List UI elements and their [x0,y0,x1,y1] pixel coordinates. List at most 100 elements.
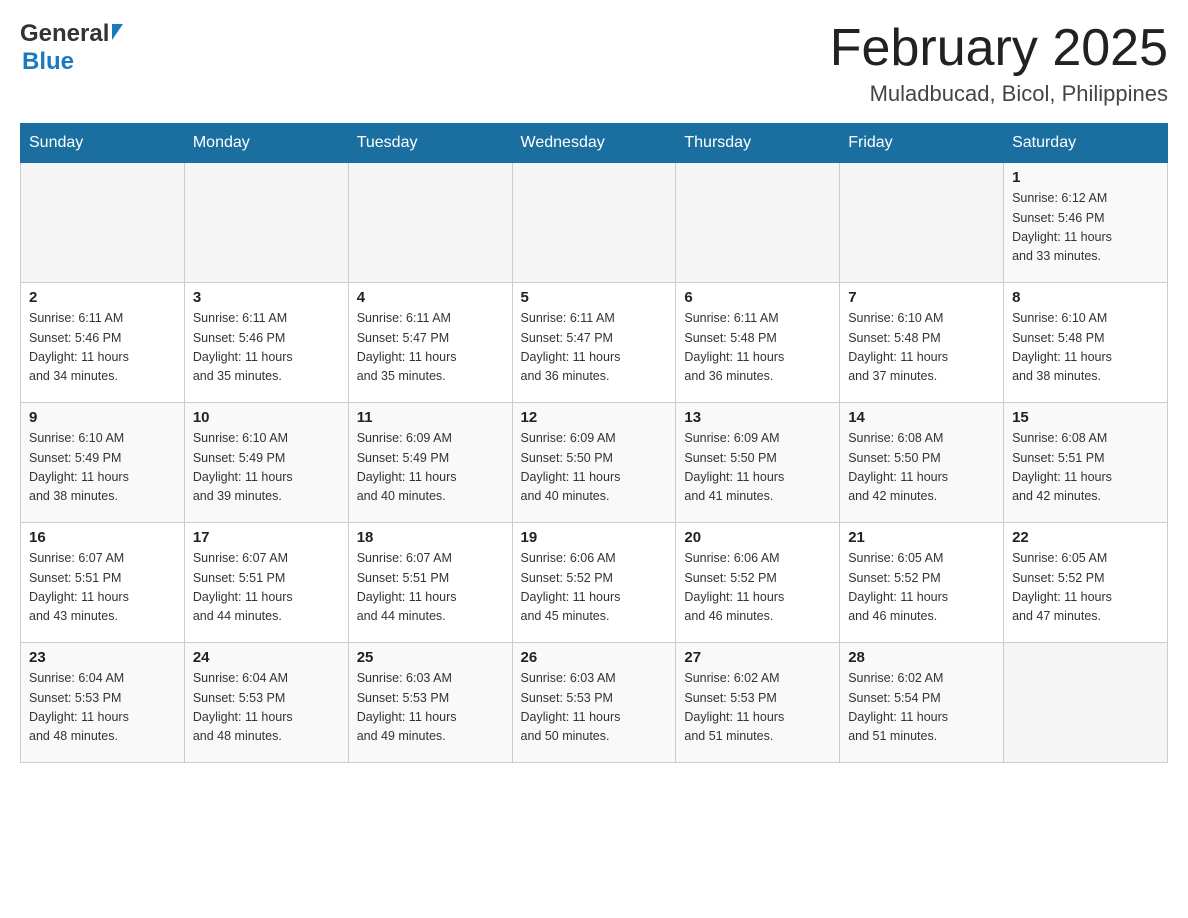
day-info: Sunrise: 6:09 AM Sunset: 5:50 PM Dayligh… [684,429,831,507]
calendar-week-row: 23 Sunrise: 6:04 AM Sunset: 5:53 PM Dayli… [21,643,1168,763]
day-info: Sunrise: 6:04 AM Sunset: 5:53 PM Dayligh… [193,669,340,747]
day-number: 24 [193,649,340,666]
day-number: 10 [193,409,340,426]
day-number: 7 [848,289,995,306]
day-info: Sunrise: 6:10 AM Sunset: 5:49 PM Dayligh… [193,429,340,507]
calendar-day-cell: 26 Sunrise: 6:03 AM Sunset: 5:53 PM Dayli… [512,643,676,763]
day-info: Sunrise: 6:11 AM Sunset: 5:46 PM Dayligh… [29,309,176,387]
calendar-day-cell: 7 Sunrise: 6:10 AM Sunset: 5:48 PM Daylig… [840,283,1004,403]
calendar-day-cell [21,163,185,283]
calendar-day-cell: 5Sunrise: 6:11 AM Sunset: 5:47 PM Daylig… [512,283,676,403]
day-number: 14 [848,409,995,426]
calendar-header-cell: Thursday [676,124,840,163]
day-info: Sunrise: 6:10 AM Sunset: 5:48 PM Dayligh… [848,309,995,387]
day-info: Sunrise: 6:10 AM Sunset: 5:48 PM Dayligh… [1012,309,1159,387]
calendar-header-cell: Tuesday [348,124,512,163]
logo-blue-text: Blue [22,48,74,76]
day-info: Sunrise: 6:05 AM Sunset: 5:52 PM Dayligh… [1012,549,1159,627]
calendar-week-row: 9 Sunrise: 6:10 AM Sunset: 5:49 PM Daylig… [21,403,1168,523]
day-info: Sunrise: 6:02 AM Sunset: 5:53 PM Dayligh… [684,669,831,747]
day-number: 22 [1012,529,1159,546]
calendar-day-cell: 28Sunrise: 6:02 AM Sunset: 5:54 PM Dayli… [840,643,1004,763]
calendar-day-cell: 19Sunrise: 6:06 AM Sunset: 5:52 PM Dayli… [512,523,676,643]
calendar-body: 1 Sunrise: 6:12 AM Sunset: 5:46 PM Daylig… [21,163,1168,763]
calendar-day-cell: 23 Sunrise: 6:04 AM Sunset: 5:53 PM Dayli… [21,643,185,763]
day-number: 5 [521,289,668,306]
day-number: 27 [684,649,831,666]
day-number: 12 [521,409,668,426]
day-number: 18 [357,529,504,546]
calendar-day-cell [348,163,512,283]
calendar-header-cell: Saturday [1004,124,1168,163]
day-info: Sunrise: 6:06 AM Sunset: 5:52 PM Dayligh… [684,549,831,627]
day-info: Sunrise: 6:03 AM Sunset: 5:53 PM Dayligh… [357,669,504,747]
day-number: 8 [1012,289,1159,306]
day-number: 2 [29,289,176,306]
calendar-header-cell: Wednesday [512,124,676,163]
day-info: Sunrise: 6:04 AM Sunset: 5:53 PM Dayligh… [29,669,176,747]
day-number: 17 [193,529,340,546]
title-block: February 2025 Muladbucad, Bicol, Philipp… [830,20,1168,107]
day-number: 21 [848,529,995,546]
day-info: Sunrise: 6:11 AM Sunset: 5:48 PM Dayligh… [684,309,831,387]
day-number: 1 [1012,169,1159,186]
calendar-day-cell: 24 Sunrise: 6:04 AM Sunset: 5:53 PM Dayli… [184,643,348,763]
day-number: 15 [1012,409,1159,426]
day-number: 9 [29,409,176,426]
day-number: 26 [521,649,668,666]
calendar-day-cell: 22 Sunrise: 6:05 AM Sunset: 5:52 PM Dayli… [1004,523,1168,643]
calendar-day-cell: 9 Sunrise: 6:10 AM Sunset: 5:49 PM Daylig… [21,403,185,523]
calendar-table: SundayMondayTuesdayWednesdayThursdayFrid… [20,123,1168,763]
calendar-day-cell: 25 Sunrise: 6:03 AM Sunset: 5:53 PM Dayli… [348,643,512,763]
day-info: Sunrise: 6:09 AM Sunset: 5:50 PM Dayligh… [521,429,668,507]
calendar-day-cell: 27 Sunrise: 6:02 AM Sunset: 5:53 PM Dayli… [676,643,840,763]
month-title: February 2025 [830,20,1168,77]
day-info: Sunrise: 6:03 AM Sunset: 5:53 PM Dayligh… [521,669,668,747]
day-info: Sunrise: 6:12 AM Sunset: 5:46 PM Dayligh… [1012,189,1159,267]
day-number: 20 [684,529,831,546]
day-info: Sunrise: 6:07 AM Sunset: 5:51 PM Dayligh… [193,549,340,627]
day-info: Sunrise: 6:11 AM Sunset: 5:46 PM Dayligh… [193,309,340,387]
calendar-day-cell: 4 Sunrise: 6:11 AM Sunset: 5:47 PM Daylig… [348,283,512,403]
day-number: 11 [357,409,504,426]
day-info: Sunrise: 6:07 AM Sunset: 5:51 PM Dayligh… [357,549,504,627]
calendar-day-cell: 2 Sunrise: 6:11 AM Sunset: 5:46 PM Daylig… [21,283,185,403]
day-number: 3 [193,289,340,306]
day-number: 28 [848,649,995,666]
day-info: Sunrise: 6:09 AM Sunset: 5:49 PM Dayligh… [357,429,504,507]
logo: General Blue [20,20,123,76]
calendar-day-cell: 20 Sunrise: 6:06 AM Sunset: 5:52 PM Dayli… [676,523,840,643]
calendar-header-row: SundayMondayTuesdayWednesdayThursdayFrid… [21,124,1168,163]
calendar-day-cell: 3 Sunrise: 6:11 AM Sunset: 5:46 PM Daylig… [184,283,348,403]
calendar-day-cell: 6 Sunrise: 6:11 AM Sunset: 5:48 PM Daylig… [676,283,840,403]
day-number: 25 [357,649,504,666]
day-info: Sunrise: 6:06 AM Sunset: 5:52 PM Dayligh… [521,549,668,627]
day-number: 4 [357,289,504,306]
logo-triangle-icon [112,24,123,40]
calendar-header: SundayMondayTuesdayWednesdayThursdayFrid… [21,124,1168,163]
day-info: Sunrise: 6:10 AM Sunset: 5:49 PM Dayligh… [29,429,176,507]
calendar-day-cell: 8 Sunrise: 6:10 AM Sunset: 5:48 PM Daylig… [1004,283,1168,403]
calendar-day-cell [840,163,1004,283]
day-number: 6 [684,289,831,306]
calendar-day-cell: 1 Sunrise: 6:12 AM Sunset: 5:46 PM Daylig… [1004,163,1168,283]
calendar-header-cell: Friday [840,124,1004,163]
calendar-header-cell: Sunday [21,124,185,163]
calendar-day-cell: 13Sunrise: 6:09 AM Sunset: 5:50 PM Dayli… [676,403,840,523]
calendar-week-row: 2 Sunrise: 6:11 AM Sunset: 5:46 PM Daylig… [21,283,1168,403]
calendar-day-cell [184,163,348,283]
calendar-day-cell: 12 Sunrise: 6:09 AM Sunset: 5:50 PM Dayli… [512,403,676,523]
day-info: Sunrise: 6:08 AM Sunset: 5:51 PM Dayligh… [1012,429,1159,507]
calendar-day-cell: 15 Sunrise: 6:08 AM Sunset: 5:51 PM Dayli… [1004,403,1168,523]
day-info: Sunrise: 6:05 AM Sunset: 5:52 PM Dayligh… [848,549,995,627]
calendar-day-cell [676,163,840,283]
calendar-day-cell: 21 Sunrise: 6:05 AM Sunset: 5:52 PM Dayli… [840,523,1004,643]
calendar-day-cell: 10 Sunrise: 6:10 AM Sunset: 5:49 PM Dayli… [184,403,348,523]
day-info: Sunrise: 6:11 AM Sunset: 5:47 PM Dayligh… [357,309,504,387]
calendar-day-cell [512,163,676,283]
day-number: 16 [29,529,176,546]
calendar-day-cell: 11 Sunrise: 6:09 AM Sunset: 5:49 PM Dayli… [348,403,512,523]
day-number: 23 [29,649,176,666]
calendar-day-cell: 18 Sunrise: 6:07 AM Sunset: 5:51 PM Dayli… [348,523,512,643]
calendar-week-row: 16 Sunrise: 6:07 AM Sunset: 5:51 PM Dayli… [21,523,1168,643]
